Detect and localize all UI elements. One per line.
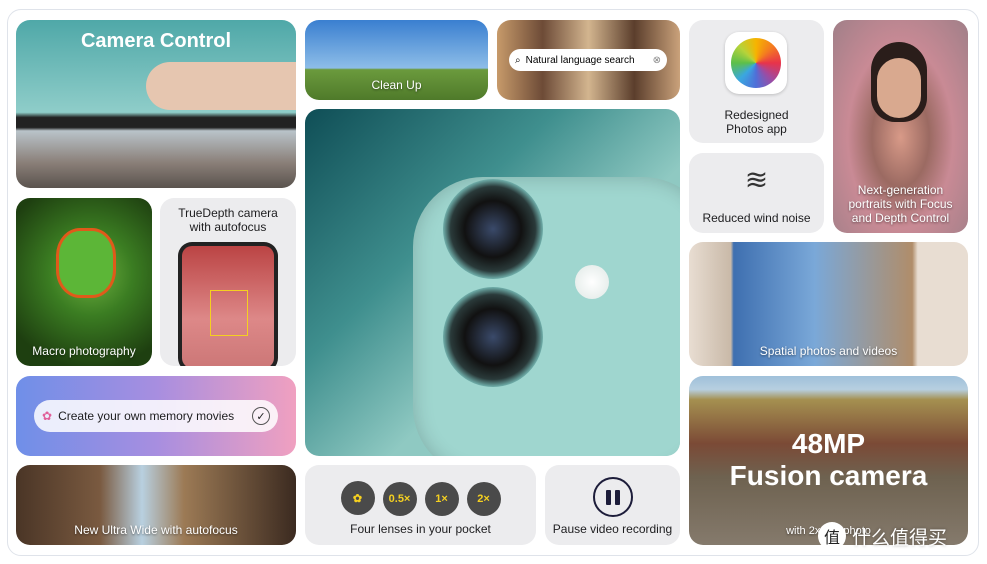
tile-spatial: Spatial photos and videos (689, 242, 968, 366)
clear-icon[interactable]: ⊗ (653, 55, 661, 66)
tile-clean-up: Clean Up (305, 20, 488, 100)
lens-top (443, 179, 543, 279)
tile-main-phone (305, 109, 680, 456)
memory-text: Create your own memory movies (58, 409, 235, 423)
finger (146, 62, 296, 110)
tile-pause: Pause video recording (545, 465, 680, 545)
memory-input[interactable]: ✿ Create your own memory movies ✓ (34, 400, 278, 432)
tile-fusion-camera: 48MP Fusion camera with 2x Telephoto (689, 376, 968, 545)
tile-wind-noise: ≋ Reduced wind noise (689, 153, 824, 233)
tile-portraits: Next-generation portraits with Focus and… (833, 20, 968, 233)
tile-photos-app: Redesigned Photos app (689, 20, 824, 143)
tile-ultra-wide: New Ultra Wide with autofocus (16, 465, 296, 545)
fusion-title-2: Fusion camera (729, 460, 928, 491)
caption: Pause video recording (552, 522, 673, 536)
focus-square (210, 290, 248, 336)
caption: Clean Up (371, 78, 422, 92)
frog (56, 228, 116, 298)
lens-bottom (443, 287, 543, 387)
caption: Redesigned Photos app (724, 108, 789, 136)
caption: Spatial photos and videos (759, 344, 898, 358)
fusion-title: 48MP (791, 428, 866, 459)
person-face (877, 58, 921, 118)
caption: New Ultra Wide with autofocus (74, 523, 238, 537)
tile-four-lenses: ✿ 0.5× 1× 2× Four lenses in your pocket (305, 465, 536, 545)
pause-icon (593, 477, 633, 517)
sparkle-icon: ✿ (42, 409, 53, 423)
tile-search: ⌕ Natural language search ⊗ (497, 20, 680, 100)
phone-front (178, 242, 278, 366)
watermark-logo-icon: 值 (818, 522, 846, 550)
caption: Macro photography (32, 344, 136, 358)
title: Camera Control (80, 30, 232, 52)
tile-memory-movies: ✿ Create your own memory movies ✓ (16, 376, 296, 456)
search-input[interactable]: ⌕ Natural language search ⊗ (509, 49, 667, 71)
lens-button: 1× (424, 481, 459, 516)
search-icon: ⌕ (515, 54, 521, 66)
macro-flower-icon: ✿ (340, 481, 375, 515)
checkmark-icon[interactable]: ✓ (252, 407, 270, 425)
watermark-text: 什么值得买 (852, 527, 948, 549)
lens-button: 0.5× (382, 481, 417, 516)
lens-button: 2× (466, 481, 501, 516)
caption: Reduced wind noise (702, 211, 811, 225)
wind-icon: ≋ (744, 164, 769, 195)
tile-camera-control: Camera Control (16, 20, 296, 188)
watermark: 值 什么值得买 (818, 522, 947, 550)
tile-truedepth: TrueDepth camera with autofocus (160, 198, 296, 366)
caption: TrueDepth camera with autofocus (178, 206, 278, 234)
caption: Next-generation portraits with Focus and… (848, 183, 953, 225)
photos-icon (725, 32, 787, 94)
search-text: Natural language search (525, 54, 635, 66)
flash (575, 265, 609, 299)
caption: Four lenses in your pocket (350, 522, 491, 536)
tile-macro: Macro photography (16, 198, 152, 366)
